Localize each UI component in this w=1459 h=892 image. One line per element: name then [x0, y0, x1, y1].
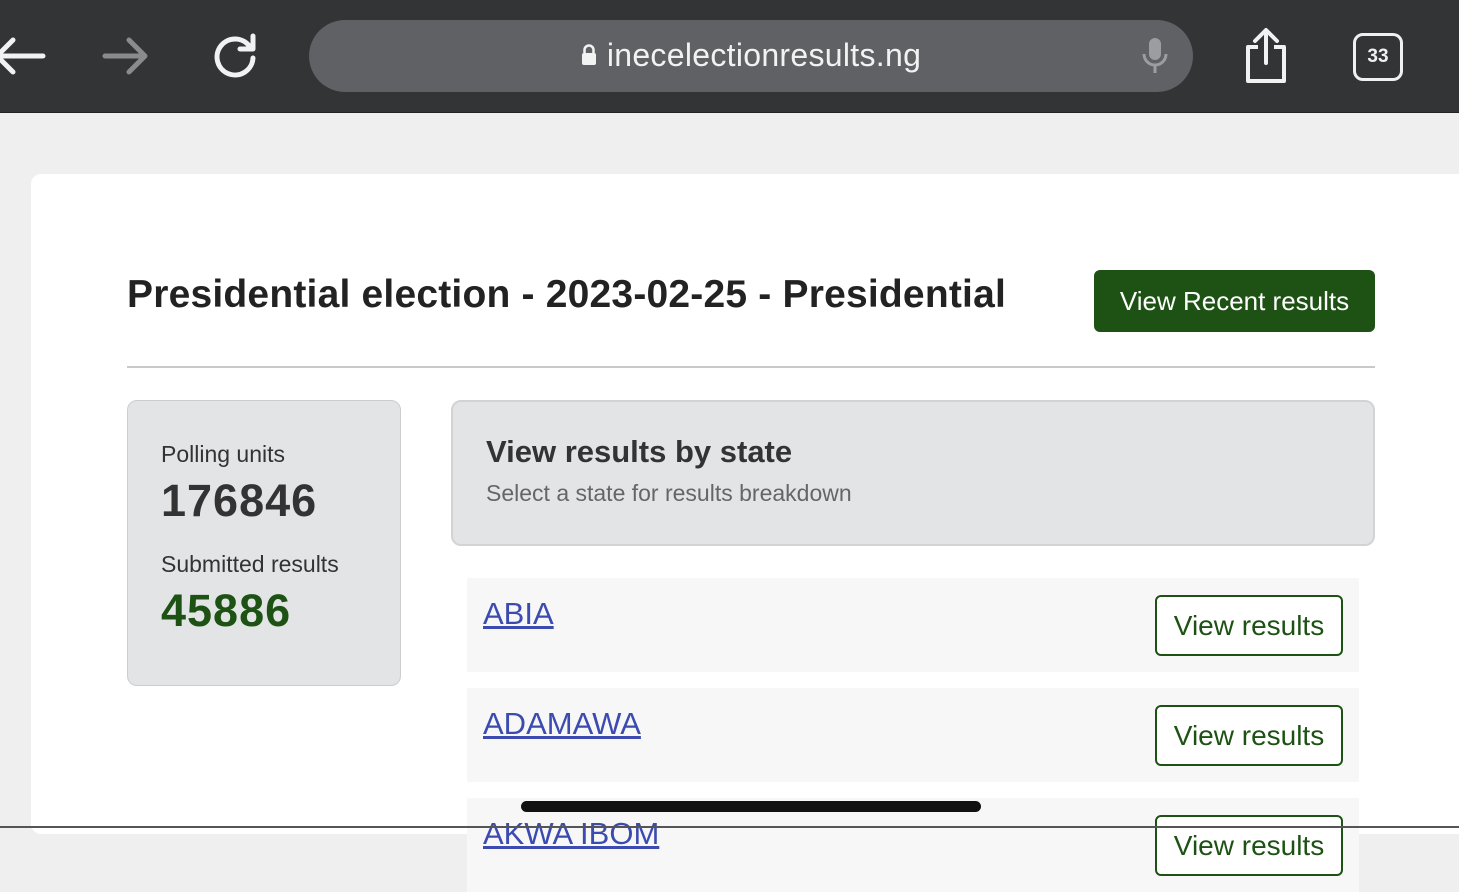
- back-arrow-icon[interactable]: [0, 22, 52, 90]
- polling-units-value: 176846: [161, 475, 318, 526]
- submitted-results-label: Submitted results: [161, 551, 339, 577]
- state-link-abia[interactable]: ABIA: [483, 596, 554, 632]
- url-text: inecelectionresults.ng: [606, 37, 922, 73]
- polling-units-label: Polling units: [161, 441, 286, 467]
- home-indicator: [521, 801, 981, 812]
- page-title: Presidential election - 2023-02-25 - Pre…: [127, 273, 1006, 316]
- microphone-icon[interactable]: [1139, 36, 1171, 81]
- state-row: ABIA View results: [467, 578, 1359, 672]
- view-results-button[interactable]: View results: [1155, 705, 1343, 766]
- view-results-button[interactable]: View results: [1155, 815, 1343, 876]
- browser-toolbar: inecelectionresults.ng 33: [0, 0, 1459, 113]
- state-row: ADAMAWA View results: [467, 688, 1359, 782]
- submitted-results-value: 45886: [161, 585, 292, 636]
- divider: [127, 366, 1375, 368]
- share-icon[interactable]: [1231, 22, 1301, 90]
- forward-arrow-icon[interactable]: [90, 22, 160, 90]
- stats-panel: Polling units 176846 Submitted results 4…: [127, 400, 401, 686]
- state-link-akwa-ibom[interactable]: AKWA IBOM: [483, 816, 659, 852]
- address-bar[interactable]: inecelectionresults.ng: [309, 20, 1193, 92]
- view-recent-results-button[interactable]: View Recent results: [1094, 270, 1375, 332]
- state-results-subheading: Select a state for results breakdown: [486, 480, 852, 506]
- state-results-heading: View results by state: [486, 434, 793, 469]
- tabs-count-button[interactable]: 33: [1353, 33, 1403, 81]
- state-results-header: View results by state Select a state for…: [451, 400, 1375, 546]
- state-link-adamawa[interactable]: ADAMAWA: [483, 706, 641, 742]
- reload-icon[interactable]: [200, 22, 270, 90]
- view-results-button[interactable]: View results: [1155, 595, 1343, 656]
- lock-icon: [581, 20, 597, 90]
- state-row: AKWA IBOM View results: [467, 798, 1359, 892]
